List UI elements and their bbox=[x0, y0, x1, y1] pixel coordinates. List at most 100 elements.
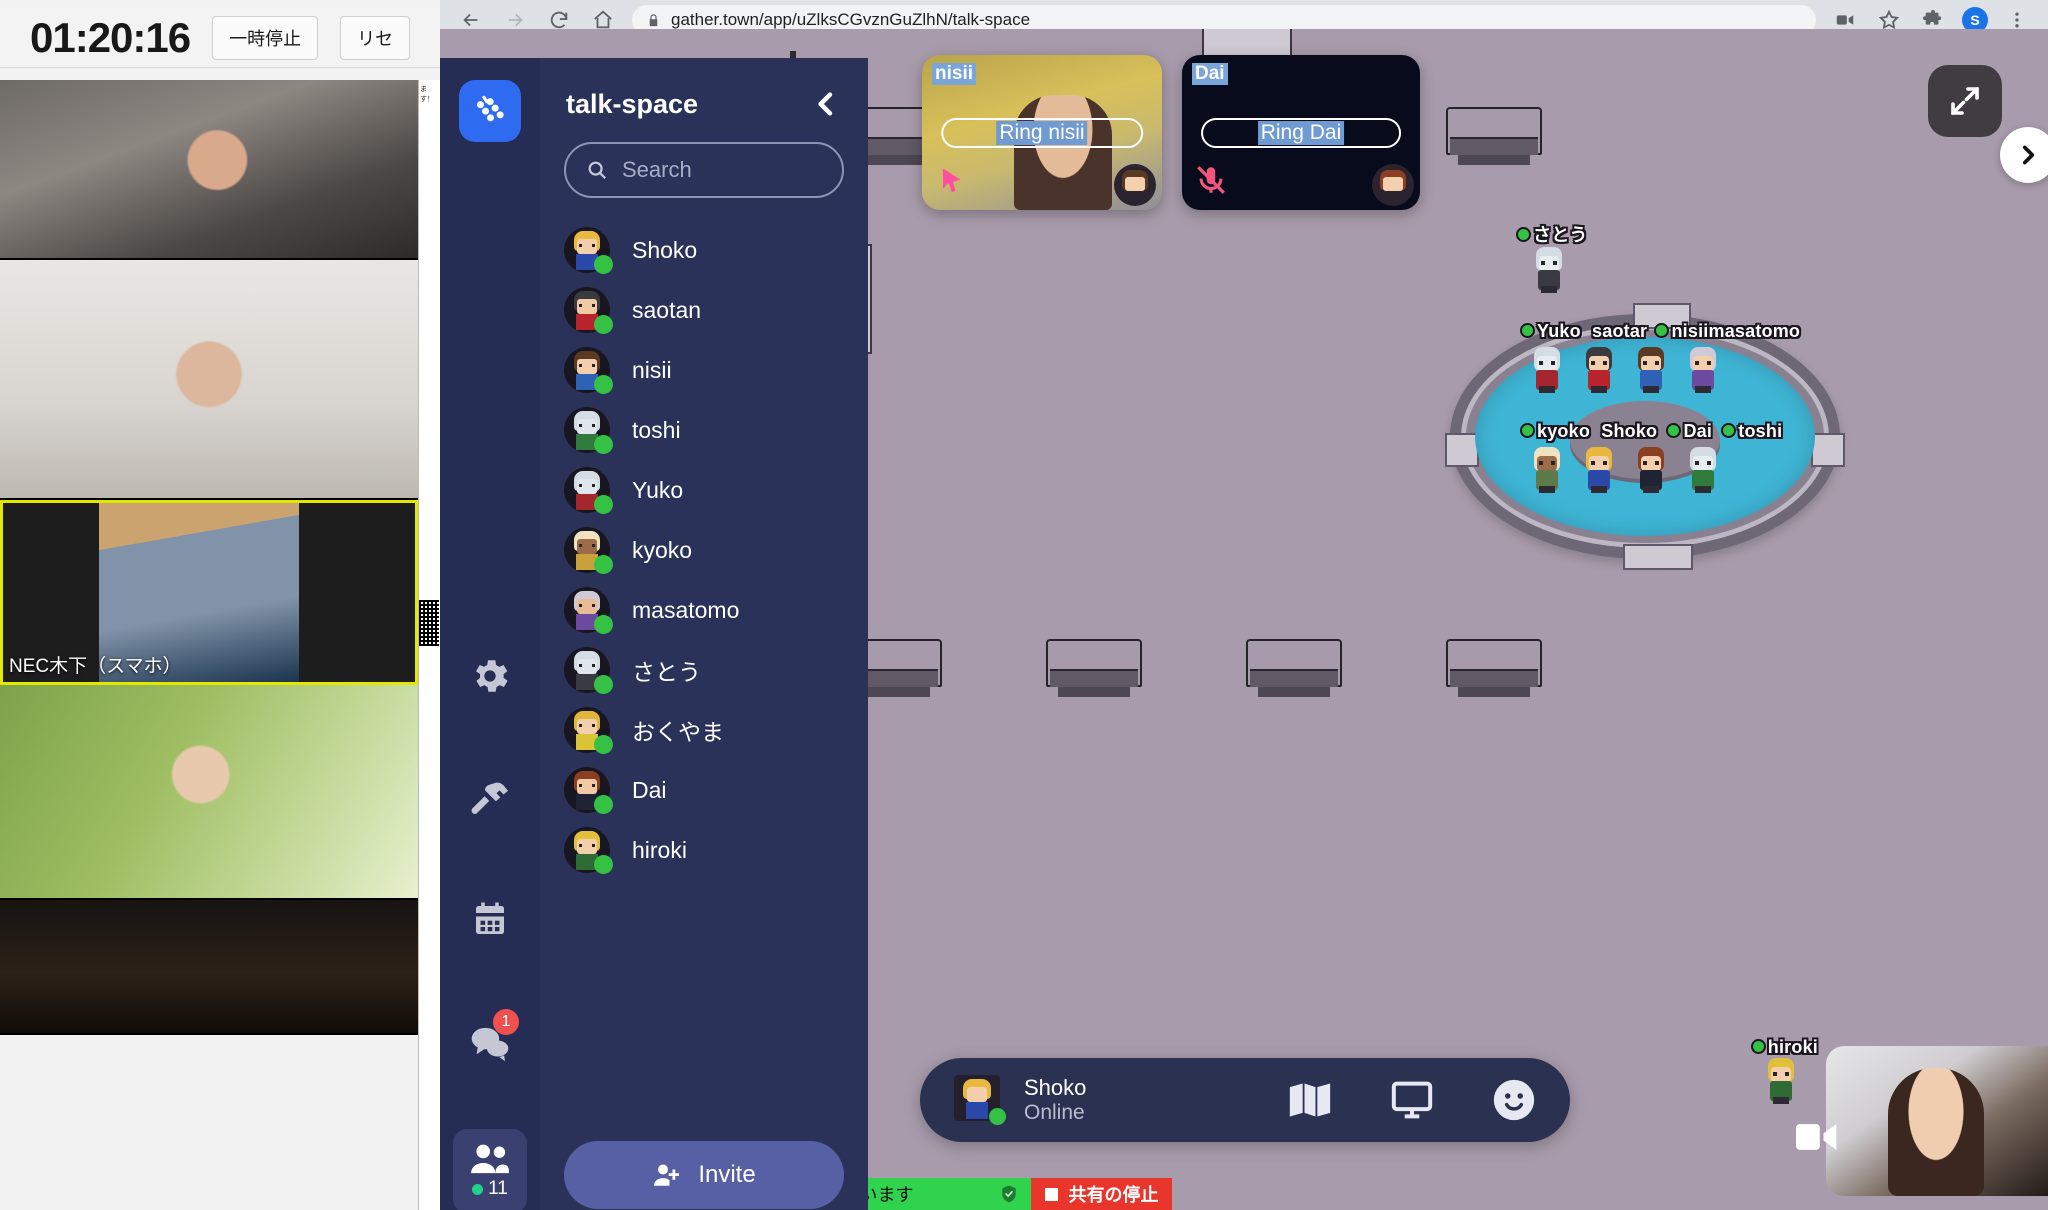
shared-video-tile bbox=[0, 80, 418, 260]
reset-button[interactable]: リセ bbox=[340, 15, 411, 60]
mini-avatar bbox=[1372, 164, 1414, 206]
map-nameplate-hiroki: hiroki bbox=[1752, 1037, 1818, 1058]
avatar bbox=[564, 827, 613, 874]
status-dot bbox=[594, 795, 613, 814]
shared-video-tile bbox=[0, 685, 418, 900]
invite-label: Invite bbox=[698, 1161, 756, 1188]
avatar bbox=[564, 527, 613, 574]
status-dot bbox=[594, 735, 613, 754]
video-bubble-dai[interactable]: Dai Ring Dai bbox=[1182, 55, 1420, 210]
search-box[interactable] bbox=[564, 142, 844, 198]
panel-header: talk-space bbox=[540, 58, 868, 120]
participant-row[interactable]: nisii bbox=[564, 340, 858, 400]
next-button[interactable] bbox=[2000, 127, 2048, 183]
ring-button[interactable]: Ring Dai bbox=[1201, 117, 1401, 148]
avatar-sprite bbox=[1530, 247, 1568, 293]
expand-button[interactable] bbox=[1928, 65, 2002, 137]
status-dot bbox=[594, 315, 613, 334]
ring-button-label: Ring Dai bbox=[1257, 120, 1345, 145]
sidebar-item-people[interactable]: 11 bbox=[453, 1129, 527, 1210]
person-add-icon bbox=[652, 1162, 682, 1188]
toolbar-avatar[interactable] bbox=[954, 1075, 1006, 1125]
participant-name: Yuko bbox=[632, 476, 684, 503]
browser-window: gather.town/app/uZlksCGvznGuZlhN/talk-sp… bbox=[440, 0, 2048, 1210]
chevron-left-icon[interactable] bbox=[810, 88, 842, 120]
sidebar-item-settings[interactable] bbox=[455, 641, 525, 711]
status-dot bbox=[989, 1108, 1006, 1125]
stop-sharing-label: 共有の停止 bbox=[1068, 1185, 1159, 1205]
sidebar-item-build[interactable] bbox=[455, 763, 525, 833]
shared-video-stack: NEC木下（スマホ） bbox=[0, 80, 418, 1035]
microphone-off-icon bbox=[1194, 162, 1225, 196]
pause-button[interactable]: 一時停止 bbox=[212, 15, 319, 60]
participant-name: おくやま bbox=[632, 719, 724, 745]
participant-row[interactable]: Dai bbox=[564, 760, 858, 820]
map-icon[interactable] bbox=[1288, 1081, 1332, 1119]
participant-row[interactable]: saotan bbox=[564, 280, 858, 340]
status-dot bbox=[1518, 229, 1529, 240]
avatar bbox=[564, 467, 613, 514]
participant-row[interactable]: Shoko bbox=[564, 220, 858, 280]
participant-name: hiroki bbox=[632, 836, 687, 863]
space-title: talk-space bbox=[566, 88, 699, 119]
sofa bbox=[1446, 107, 1542, 165]
toolbar-user-name: Shoko bbox=[1024, 1074, 1087, 1100]
participant-row[interactable]: さとう bbox=[564, 640, 858, 700]
stop-sharing-button[interactable]: 共有の停止 bbox=[1031, 1178, 1173, 1210]
avatar-sprite bbox=[1528, 447, 1566, 493]
video-bubble-name: Dai bbox=[1192, 63, 1228, 85]
status-dot bbox=[472, 1183, 484, 1195]
url-text: gather.town/app/uZlksCGvznGuZlhN/talk-sp… bbox=[671, 10, 1031, 29]
participant-row[interactable]: Yuko bbox=[564, 460, 858, 520]
sofa bbox=[1046, 639, 1142, 697]
toolbar-user-info[interactable]: Shoko Online bbox=[1024, 1075, 1086, 1126]
search-icon bbox=[586, 159, 608, 181]
timer-display: 01:20:16 bbox=[30, 13, 191, 61]
sofa bbox=[1246, 639, 1342, 697]
status-dot bbox=[594, 675, 613, 694]
avatar bbox=[564, 647, 613, 694]
ring-button-label: Ring nisii bbox=[996, 120, 1088, 145]
avatar bbox=[564, 287, 613, 334]
avatar-sprite bbox=[1762, 1058, 1800, 1104]
chat-badge: 1 bbox=[493, 1009, 519, 1035]
status-dot bbox=[594, 555, 613, 574]
sidebar-item-chat[interactable]: 1 bbox=[455, 1007, 525, 1077]
participant-row[interactable]: masatomo bbox=[564, 580, 858, 640]
video-bubble-nisii[interactable]: nisii Ring nisii bbox=[922, 55, 1162, 210]
avatar bbox=[564, 707, 613, 754]
shield-check-icon bbox=[999, 1183, 1019, 1205]
stop-square-icon bbox=[1045, 1187, 1059, 1201]
shared-video-tile bbox=[0, 900, 418, 1035]
ring-button[interactable]: Ring nisii bbox=[941, 117, 1143, 148]
shared-video-tile: NEC木下（スマホ） bbox=[0, 500, 418, 685]
gather-logo-icon[interactable] bbox=[459, 80, 521, 142]
status-dot bbox=[594, 495, 613, 514]
toolbar-user-status: Online bbox=[1024, 1100, 1085, 1124]
search-input[interactable] bbox=[622, 157, 822, 183]
shared-video-tile bbox=[0, 260, 418, 500]
avatar bbox=[564, 347, 613, 394]
self-video-bubble[interactable] bbox=[1826, 1046, 2048, 1196]
participant-row[interactable]: hiroki bbox=[564, 820, 858, 880]
avatar-sprite bbox=[1580, 347, 1618, 393]
participant-list[interactable]: Shoko saotan nisii toshi Yuko kyoko masatomo さと… bbox=[540, 220, 868, 1141]
avatar-sprite bbox=[1684, 447, 1722, 493]
video-camera-icon[interactable] bbox=[1796, 1120, 1840, 1154]
smiley-icon[interactable] bbox=[1492, 1078, 1536, 1122]
shared-screen-region: 01:20:16 一時停止 リセ NEC木下（スマホ） ます！ bbox=[0, 0, 440, 1210]
map-nameplate: さとう bbox=[1518, 221, 1588, 247]
sidebar-item-calendar[interactable] bbox=[455, 885, 525, 955]
participant-name: nisii bbox=[632, 356, 672, 383]
participant-name: toshi bbox=[632, 416, 681, 443]
gather-app: さとう Yuko saotar nisiimasatomo kyoko Shok… bbox=[440, 29, 2048, 1210]
participant-row[interactable]: toshi bbox=[564, 400, 858, 460]
monitor-icon[interactable] bbox=[1390, 1080, 1434, 1120]
status-dot bbox=[594, 375, 613, 394]
invite-button[interactable]: Invite bbox=[564, 1141, 844, 1209]
participant-row[interactable]: おくやま bbox=[564, 700, 858, 760]
invite-section: Invite bbox=[540, 1141, 868, 1210]
map-nameplate-row-top: Yuko saotar nisiimasatomo bbox=[1522, 321, 1800, 342]
participant-row[interactable]: kyoko bbox=[564, 520, 858, 580]
video-bubble-name: nisii bbox=[932, 63, 977, 85]
